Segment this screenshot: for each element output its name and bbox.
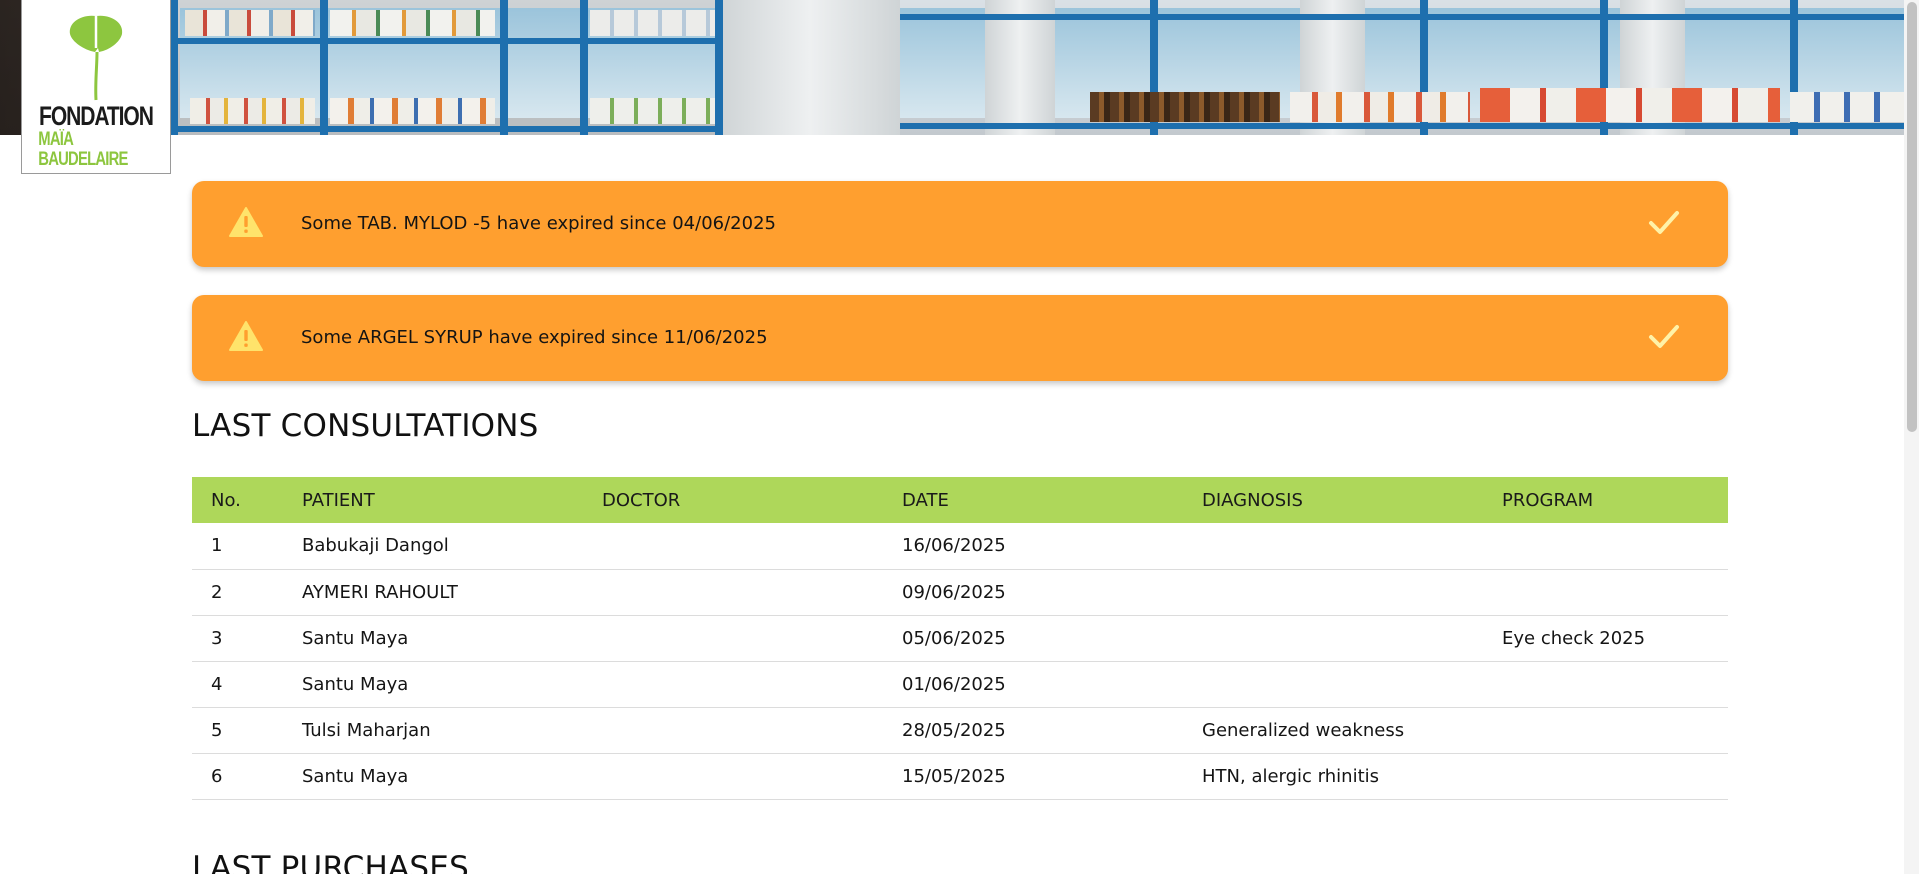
- cell-date: 15/05/2025: [883, 753, 1183, 800]
- check-icon[interactable]: [1648, 208, 1680, 242]
- medicine-boxes: [590, 98, 715, 124]
- cell-date: 09/06/2025: [883, 569, 1183, 616]
- column-header-doctor: DOCTOR: [583, 477, 883, 523]
- medicine-boxes: [1480, 88, 1780, 122]
- banner-pillar: [720, 0, 900, 135]
- cell-program: [1483, 523, 1728, 570]
- shelf-post: [715, 0, 723, 135]
- column-header-no: No.: [192, 477, 283, 523]
- consultations-table: No. PATIENT DOCTOR DATE DIAGNOSIS PROGRA…: [192, 477, 1728, 800]
- cell-doctor: [583, 661, 883, 708]
- alert-message: Some TAB. MYLOD -5 have expired since 04…: [301, 213, 776, 234]
- cell-patient: Babukaji Dangol: [283, 523, 583, 570]
- page-scrollbar[interactable]: [1904, 0, 1919, 874]
- column-header-program: PROGRAM: [1483, 477, 1728, 523]
- shelf-board: [170, 126, 720, 132]
- warning-icon: [228, 206, 264, 242]
- medicine-boxes: [185, 10, 315, 36]
- purchases-title: LAST PURCHASES: [192, 850, 469, 874]
- alert-message: Some ARGEL SYRUP have expired since 11/0…: [301, 327, 768, 348]
- column-header-diagnosis: DIAGNOSIS: [1183, 477, 1483, 523]
- cell-no: 6: [192, 753, 283, 800]
- cell-date: 28/05/2025: [883, 707, 1183, 754]
- cell-date: 01/06/2025: [883, 661, 1183, 708]
- cell-doctor: [583, 753, 883, 800]
- table-row[interactable]: 3 Santu Maya 05/06/2025 Eye check 2025: [192, 615, 1728, 662]
- cell-no: 2: [192, 569, 283, 616]
- table-row[interactable]: 6 Santu Maya 15/05/2025 HTN, alergic rhi…: [192, 753, 1728, 800]
- cell-patient: AYMERI RAHOULT: [283, 569, 583, 616]
- brand-logo[interactable]: FONDATION MAÏA BAUDELAIRE: [21, 0, 171, 174]
- medicine-boxes: [330, 98, 495, 124]
- cell-no: 5: [192, 707, 283, 754]
- cell-doctor: [583, 615, 883, 662]
- cell-date: 05/06/2025: [883, 615, 1183, 662]
- cell-patient: Santu Maya: [283, 753, 583, 800]
- medicine-boxes: [590, 10, 715, 36]
- medicine-boxes: [330, 10, 495, 36]
- table-row[interactable]: 2 AYMERI RAHOULT 09/06/2025: [192, 569, 1728, 616]
- shelf-board: [900, 14, 1919, 20]
- cell-diagnosis: [1183, 615, 1483, 662]
- cell-diagnosis: [1183, 569, 1483, 616]
- cell-no: 3: [192, 615, 283, 662]
- medicine-boxes: [1790, 92, 1919, 122]
- consultations-title: LAST CONSULTATIONS: [192, 408, 539, 444]
- shelf-post: [500, 0, 508, 135]
- column-header-patient: PATIENT: [283, 477, 583, 523]
- cell-date: 16/06/2025: [883, 523, 1183, 570]
- shelf-post: [580, 0, 588, 135]
- ginkgo-leaf-icon: [69, 15, 123, 101]
- expiry-alert: Some TAB. MYLOD -5 have expired since 04…: [192, 181, 1728, 267]
- table-row[interactable]: 5 Tulsi Maharjan 28/05/2025 Generalized …: [192, 707, 1728, 754]
- banner-pillar: [985, 0, 1055, 135]
- table-row[interactable]: 4 Santu Maya 01/06/2025: [192, 661, 1728, 708]
- shelf-board: [900, 123, 1919, 129]
- brand-name-line1: FONDATION: [39, 101, 154, 131]
- cell-patient: Tulsi Maharjan: [283, 707, 583, 754]
- shelf-board: [170, 38, 720, 44]
- cell-program: [1483, 661, 1728, 708]
- medicine-boxes: [190, 98, 315, 124]
- cell-no: 4: [192, 661, 283, 708]
- expiry-alert: Some ARGEL SYRUP have expired since 11/0…: [192, 295, 1728, 381]
- cell-doctor: [583, 569, 883, 616]
- cell-program: [1483, 569, 1728, 616]
- header-banner: [0, 0, 1919, 135]
- cell-program: [1483, 753, 1728, 800]
- shelf-post: [170, 0, 178, 135]
- cell-diagnosis: HTN, alergic rhinitis: [1183, 753, 1483, 800]
- cell-patient: Santu Maya: [283, 661, 583, 708]
- table-header-row: No. PATIENT DOCTOR DATE DIAGNOSIS PROGRA…: [192, 477, 1728, 523]
- cell-program: [1483, 707, 1728, 754]
- table-row[interactable]: 1 Babukaji Dangol 16/06/2025: [192, 523, 1728, 570]
- cell-diagnosis: Generalized weakness: [1183, 707, 1483, 754]
- medicine-bottles: [1090, 92, 1280, 122]
- cell-doctor: [583, 707, 883, 754]
- cell-no: 1: [192, 523, 283, 570]
- cell-diagnosis: [1183, 661, 1483, 708]
- scrollbar-thumb[interactable]: [1907, 2, 1917, 432]
- cell-doctor: [583, 523, 883, 570]
- check-icon[interactable]: [1648, 322, 1680, 356]
- cell-diagnosis: [1183, 523, 1483, 570]
- brand-name-line2: MAÏA BAUDELAIRE: [38, 129, 128, 170]
- medicine-boxes: [1290, 92, 1470, 122]
- shelf-post: [320, 0, 328, 135]
- warning-icon: [228, 320, 264, 356]
- column-header-date: DATE: [883, 477, 1183, 523]
- cell-patient: Santu Maya: [283, 615, 583, 662]
- cell-program: Eye check 2025: [1483, 615, 1728, 662]
